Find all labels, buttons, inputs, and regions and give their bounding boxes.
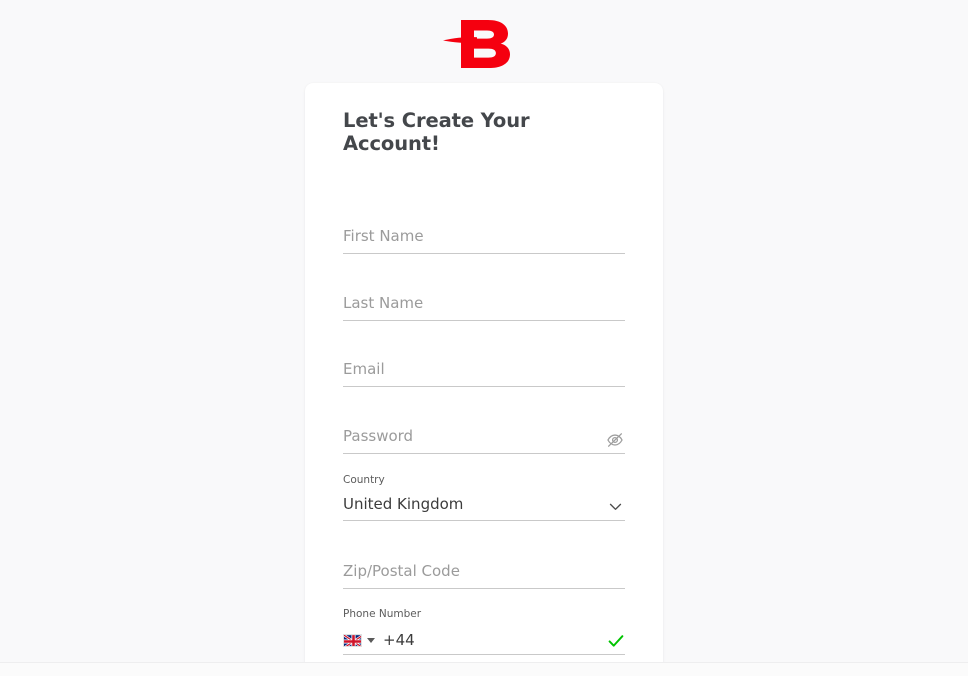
uk-flag-icon[interactable] bbox=[343, 633, 362, 647]
brand-logo-b[interactable] bbox=[443, 16, 529, 68]
last-name-field[interactable]: Last Name bbox=[343, 254, 625, 321]
phone-dial-code: +44 bbox=[383, 630, 415, 649]
signup-card: Let's Create Your Account! First Name La… bbox=[305, 83, 663, 665]
chevron-down-icon[interactable] bbox=[605, 497, 625, 517]
country-label: Country bbox=[343, 474, 385, 487]
phone-field[interactable]: Phone Number +44 bbox=[343, 589, 625, 655]
email-placeholder: Email bbox=[343, 359, 385, 378]
zip-placeholder: Zip/Postal Code bbox=[343, 561, 460, 580]
check-icon bbox=[607, 632, 625, 650]
password-placeholder: Password bbox=[343, 426, 414, 445]
brand-logo-header bbox=[0, 0, 968, 83]
zip-field[interactable]: Zip/Postal Code bbox=[343, 521, 625, 589]
signup-page: Let's Create Your Account! First Name La… bbox=[0, 0, 968, 676]
page-title: Let's Create Your Account! bbox=[343, 109, 530, 156]
password-field[interactable]: Password bbox=[343, 387, 625, 454]
country-select[interactable]: Country United Kingdom bbox=[343, 454, 625, 521]
phone-label: Phone Number bbox=[343, 608, 422, 621]
flag-dropdown-caret-icon[interactable] bbox=[367, 637, 375, 643]
brand-logo-icon bbox=[443, 19, 510, 68]
eye-off-icon[interactable] bbox=[605, 430, 625, 450]
first-name-placeholder: First Name bbox=[343, 226, 424, 245]
bottom-band bbox=[0, 663, 968, 676]
country-value: United Kingdom bbox=[343, 494, 464, 513]
last-name-placeholder: Last Name bbox=[343, 293, 424, 312]
phone-input-row[interactable]: +44 bbox=[343, 630, 415, 649]
first-name-field[interactable]: First Name bbox=[343, 186, 625, 254]
email-field[interactable]: Email bbox=[343, 321, 625, 387]
